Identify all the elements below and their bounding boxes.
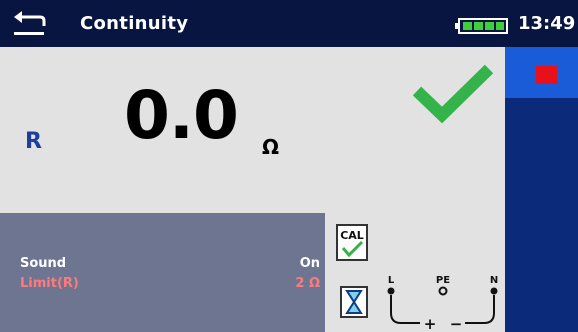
top-bar: Continuity 13:49 [0, 0, 578, 47]
hourglass-icon[interactable] [340, 286, 368, 318]
param-row-sound[interactable]: Sound On [20, 256, 320, 274]
result-label: R [25, 129, 42, 154]
stop-icon [536, 66, 557, 84]
cal-icon[interactable]: CAL [336, 224, 368, 261]
param-label: Limit(R) [20, 276, 79, 291]
result-unit: Ω [262, 135, 280, 159]
param-value: On [299, 256, 320, 271]
aux-panel: CAL L PE N + − [325, 213, 505, 332]
page-title: Continuity [80, 13, 189, 34]
svg-text:CAL: CAL [340, 229, 364, 242]
terminal-diagram: L PE N + − [387, 275, 498, 332]
side-panel [505, 47, 578, 332]
result-value: 0.0 [124, 77, 239, 154]
svg-text:−: − [450, 315, 463, 332]
param-label: Sound [20, 256, 67, 271]
measurement-panel: R 0.0 Ω [0, 47, 505, 213]
battery-icon [455, 18, 508, 34]
svg-text:+: + [424, 315, 437, 332]
param-row-limit[interactable]: Limit(R) 2 Ω [20, 276, 320, 294]
check-icon [412, 64, 494, 124]
svg-text:L: L [388, 275, 395, 286]
param-value: 2 Ω [295, 276, 320, 291]
svg-text:PE: PE [436, 275, 450, 286]
stop-button[interactable] [505, 47, 578, 98]
clock: 13:49 [518, 13, 576, 34]
back-icon[interactable] [12, 8, 48, 38]
svg-text:N: N [490, 275, 498, 286]
parameters-panel[interactable]: Sound On Limit(R) 2 Ω [0, 213, 325, 332]
